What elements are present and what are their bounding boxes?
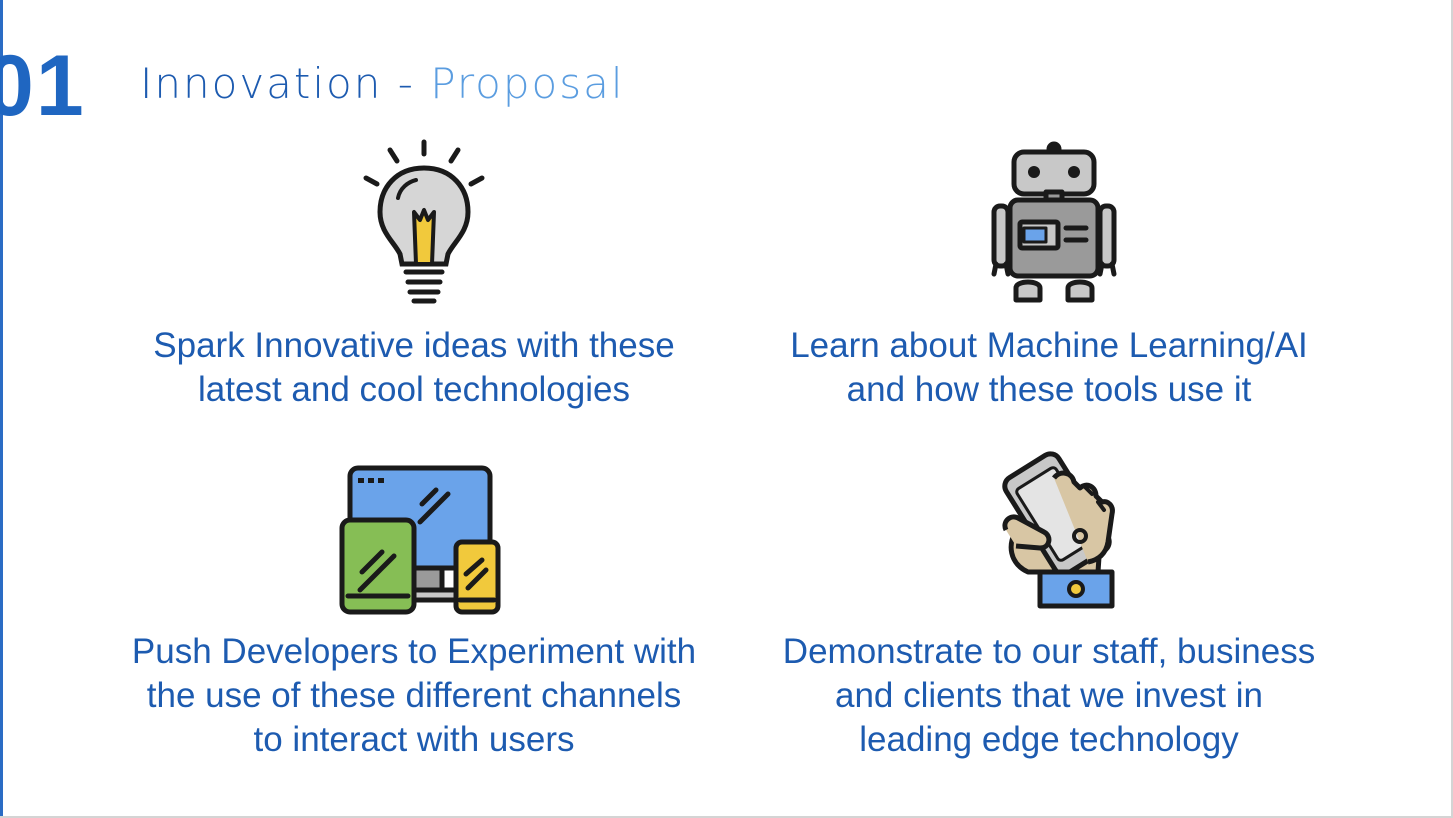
- caption-line: latest and cool technologies: [198, 370, 630, 409]
- caption-line: Demonstrate to our staff, business: [782, 632, 1316, 671]
- caption-machine-learning: Learn about Machine Learning/AI and how …: [729, 324, 1369, 412]
- caption-demonstrate: Demonstrate to our staff, business and c…: [729, 630, 1369, 762]
- caption-line: and how these tools use it: [846, 370, 1252, 409]
- caption-line: leading edge technology: [859, 720, 1239, 759]
- caption-line: to interact with users: [253, 720, 575, 759]
- caption-line: Spark Innovative ideas with these: [153, 326, 675, 365]
- slide-title: Innovation - Proposal: [140, 58, 625, 110]
- title-main: Innovation -: [140, 59, 431, 108]
- caption-push-developers: Push Developers to Experiment with the u…: [94, 630, 734, 762]
- caption-line: Learn about Machine Learning/AI: [790, 326, 1308, 365]
- devices-icon: [338, 464, 504, 616]
- slide: 01 Innovation - Proposal Spark Innovativ…: [0, 0, 1453, 818]
- robot-icon: [990, 140, 1120, 306]
- caption-spark-ideas: Spark Innovative ideas with these latest…: [94, 324, 734, 412]
- caption-line: the use of these different channels: [146, 676, 682, 715]
- caption-line: Push Developers to Experiment with: [131, 632, 697, 671]
- light-bulb-icon: [352, 136, 492, 306]
- hand-holding-phone-icon: [988, 444, 1120, 610]
- caption-line: and clients that we invest in: [834, 676, 1263, 715]
- slide-number: 01: [0, 38, 86, 134]
- title-accent: Proposal: [430, 59, 625, 108]
